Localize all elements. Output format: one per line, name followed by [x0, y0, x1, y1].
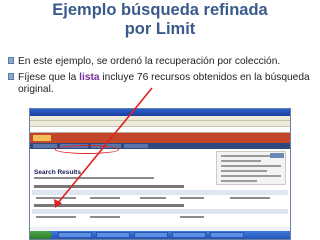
annotation-arrow-icon — [54, 87, 153, 208]
